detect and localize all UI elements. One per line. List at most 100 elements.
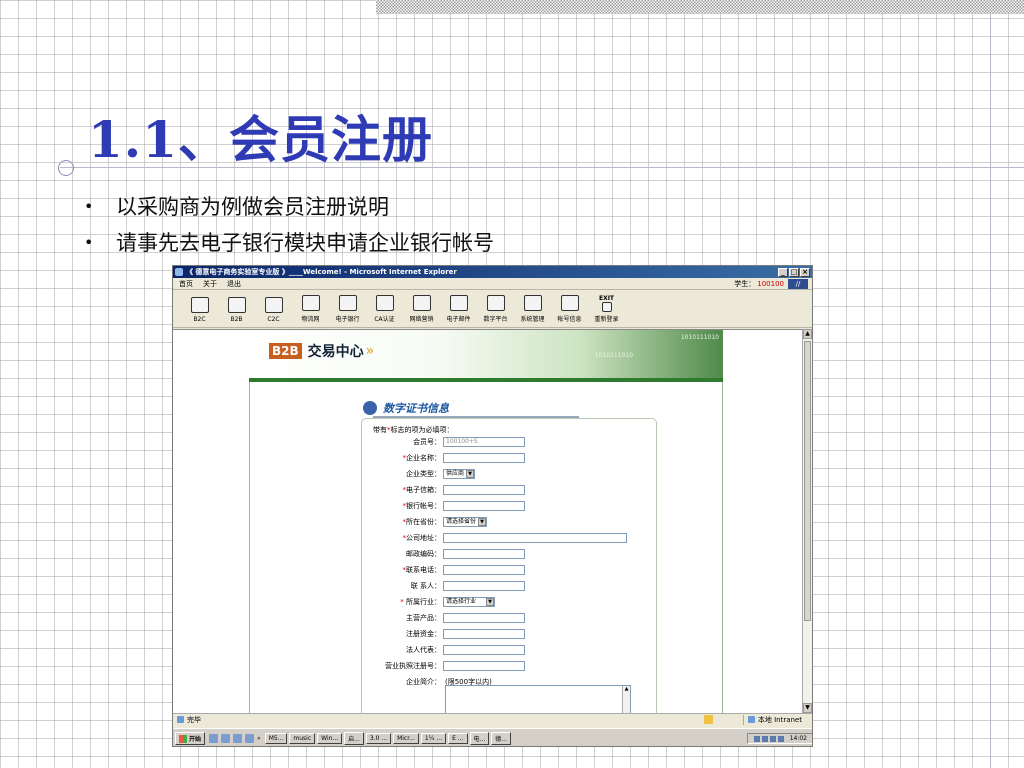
swoosh-icon: »	[365, 343, 375, 359]
company-type-select[interactable]: 供应商 ▼	[443, 469, 476, 479]
scroll-up-icon[interactable]: ▲	[803, 329, 812, 339]
status-bar: 完毕 本地 Intranet	[173, 713, 812, 725]
field-email: *电子信箱：	[363, 484, 525, 496]
tool-logistics[interactable]: 物流网	[292, 295, 329, 323]
task-button[interactable]: E ...	[448, 733, 468, 744]
email-input[interactable]	[443, 485, 525, 495]
browser-window: 《 德意电子商务实验室专业版 》____Welcome! - Microsoft…	[172, 265, 813, 747]
quicklaunch-ie-icon[interactable]	[209, 734, 219, 743]
tool-system[interactable]: 系统管理	[514, 295, 551, 323]
tool-digital[interactable]: 数字平台	[477, 295, 514, 323]
license-no-input[interactable]	[443, 661, 525, 671]
address-input[interactable]	[443, 533, 627, 543]
b2b-logo-mark: B2B	[269, 343, 302, 359]
window-titlebar[interactable]: 《 德意电子商务实验室专业版 》____Welcome! - Microsoft…	[173, 266, 812, 278]
exit-icon	[601, 302, 612, 312]
task-button[interactable]: 1¼ ...	[420, 733, 447, 744]
quicklaunch-more-icon[interactable]: »	[257, 735, 261, 742]
taskbar: 开始 » M5... music Win... 启... 3.0 ... Mic…	[173, 728, 812, 746]
bank-account-input[interactable]	[443, 501, 525, 511]
field-license-no: 营业执照注册号：	[363, 660, 525, 672]
security-zone: 本地 Intranet	[742, 714, 802, 725]
field-company-name: *企业名称：	[363, 452, 525, 464]
bullet-text: 请事先去电子银行模块申请企业银行帐号	[116, 231, 494, 255]
task-button[interactable]: Win...	[317, 733, 343, 744]
task-button[interactable]: M5...	[264, 733, 288, 744]
tool-b2c[interactable]: B2C	[181, 297, 218, 323]
menu-item-logout[interactable]: 退出	[227, 279, 241, 289]
field-label: 注册资金：	[406, 630, 441, 638]
status-done: 完毕	[177, 715, 704, 725]
task-button[interactable]: Micr...	[393, 733, 419, 744]
window-title: 《 德意电子商务实验室专业版 》____Welcome! - Microsoft…	[186, 268, 457, 276]
tool-ca[interactable]: CA认证	[366, 295, 403, 323]
company-name-input[interactable]	[443, 453, 525, 463]
minimize-button[interactable]: _	[778, 267, 788, 277]
field-label: 企业简介：	[406, 678, 441, 686]
contact-input[interactable]	[443, 581, 525, 591]
tool-marketing[interactable]: 网络营销	[403, 295, 440, 323]
legal-rep-input[interactable]	[443, 645, 525, 655]
quicklaunch-desktop-icon[interactable]	[233, 734, 243, 743]
field-label: *电子信箱：	[402, 486, 442, 494]
student-info: 学生： 100100 //	[734, 278, 808, 289]
close-button[interactable]: ×	[800, 267, 810, 277]
task-button[interactable]: music	[289, 733, 316, 744]
system-tray: 14:02	[746, 733, 812, 744]
start-button[interactable]: 开始	[175, 732, 206, 745]
scroll-down-icon[interactable]: ▼	[803, 703, 812, 713]
bullet-dot: •	[84, 196, 94, 216]
tool-c2c[interactable]: C2C	[255, 297, 292, 323]
field-label: *公司地址：	[402, 534, 442, 542]
field-label: 主营产品：	[406, 614, 441, 622]
task-button[interactable]: 启...	[344, 732, 364, 745]
menu-item-about[interactable]: 关于	[203, 279, 217, 289]
phone-input[interactable]	[443, 565, 525, 575]
page-scrollbar[interactable]: ▲ ▼	[802, 329, 812, 713]
b2c-icon	[190, 297, 209, 313]
page-icon	[177, 716, 184, 723]
field-label: 邮政编码：	[406, 550, 441, 558]
field-label: 法人代表：	[406, 646, 441, 654]
lock-icon	[703, 715, 713, 724]
main-products-input[interactable]	[443, 613, 525, 623]
banner-binary-top: 1010111010	[680, 334, 719, 341]
section-title: 数字证书信息	[383, 402, 449, 415]
field-company-type: 企业类型： 供应商 ▼	[363, 468, 476, 480]
menu-item-home[interactable]: 首页	[179, 279, 193, 289]
c2c-icon	[264, 297, 283, 313]
tray-icon[interactable]	[777, 735, 784, 742]
digital-icon	[486, 295, 505, 311]
quicklaunch-outlook-icon[interactable]	[221, 734, 231, 743]
field-label: 企业类型：	[406, 470, 441, 478]
task-button[interactable]: 电...	[469, 732, 490, 745]
task-button[interactable]: 德...	[491, 732, 511, 745]
field-label: * 所属行业：	[400, 598, 441, 606]
quicklaunch-media-icon[interactable]	[245, 734, 255, 743]
bank-icon	[338, 295, 357, 311]
scrollbar-thumb[interactable]	[804, 341, 811, 621]
tray-icon[interactable]	[753, 735, 760, 742]
field-label: *所在省份：	[402, 518, 442, 526]
ca-icon	[375, 295, 394, 311]
postcode-input[interactable]	[443, 549, 525, 559]
tray-icon[interactable]	[761, 735, 768, 742]
ie-icon	[175, 268, 183, 276]
tool-bank[interactable]: 电子银行	[329, 295, 366, 323]
bullet-item: • 以采购商为例做会员注册说明	[84, 188, 494, 224]
page-content: B2B 交易中心 » 1010111010 1010111010 数字证书信息 …	[173, 329, 804, 718]
maximize-button[interactable]: □	[789, 267, 799, 277]
industry-select[interactable]: 请选择行业 ▼	[443, 597, 496, 607]
task-button[interactable]: 3.0 ...	[365, 733, 392, 744]
slide-title: 1.1、会员注册	[88, 110, 433, 169]
field-industry: * 所属行业： 请选择行业 ▼	[363, 596, 496, 608]
member-id-input[interactable]: 100100+S	[443, 437, 525, 447]
tool-b2b[interactable]: B2B	[218, 297, 255, 323]
tool-relogin[interactable]: EXIT 重新登录	[588, 295, 625, 323]
tool-account[interactable]: 帐号信息	[551, 295, 588, 323]
province-select[interactable]: 请选择省份 ▼	[443, 517, 488, 527]
field-capital: 注册资金：	[363, 628, 525, 640]
tray-icon[interactable]	[769, 735, 776, 742]
tool-email[interactable]: 电子邮件	[440, 295, 477, 323]
capital-input[interactable]	[443, 629, 525, 639]
